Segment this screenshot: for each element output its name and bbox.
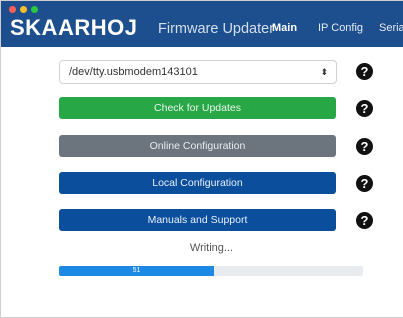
status-text: Writing... xyxy=(189,242,234,254)
app-window: SKAARHOJ Firmware Updater Main IP Config… xyxy=(0,0,403,318)
online-configuration-button[interactable]: Online Configuration xyxy=(59,135,336,157)
header-bar: SKAARHOJ Firmware Updater Main IP Config… xyxy=(1,1,403,47)
help-icon[interactable]: ? xyxy=(356,100,373,117)
nav-main[interactable]: Main xyxy=(272,22,297,35)
help-icon[interactable]: ? xyxy=(356,138,373,155)
nav-ip-config[interactable]: IP Config xyxy=(318,22,363,35)
progress-bar: 51 xyxy=(59,266,363,276)
close-window-icon[interactable] xyxy=(9,6,16,13)
nav-serial[interactable]: Serial xyxy=(379,22,403,35)
zoom-window-icon[interactable] xyxy=(31,6,38,13)
help-icon[interactable]: ? xyxy=(356,175,373,192)
minimize-window-icon[interactable] xyxy=(20,6,27,13)
app-title: Firmware Updater xyxy=(158,21,275,37)
port-select[interactable]: /dev/tty.usbmodem143101 ⬍ xyxy=(59,60,337,84)
port-select-value: /dev/tty.usbmodem143101 xyxy=(69,66,198,78)
local-configuration-button[interactable]: Local Configuration xyxy=(59,172,336,194)
select-caret-icon: ⬍ xyxy=(320,67,328,77)
progress-fill: 51 xyxy=(59,266,215,276)
window-controls xyxy=(9,6,38,13)
help-icon[interactable]: ? xyxy=(356,212,373,229)
help-icon[interactable]: ? xyxy=(356,63,373,80)
brand-logo: SKAARHOJ xyxy=(10,15,138,40)
check-for-updates-button[interactable]: Check for Updates xyxy=(59,97,336,119)
manuals-and-support-button[interactable]: Manuals and Support xyxy=(59,209,336,231)
